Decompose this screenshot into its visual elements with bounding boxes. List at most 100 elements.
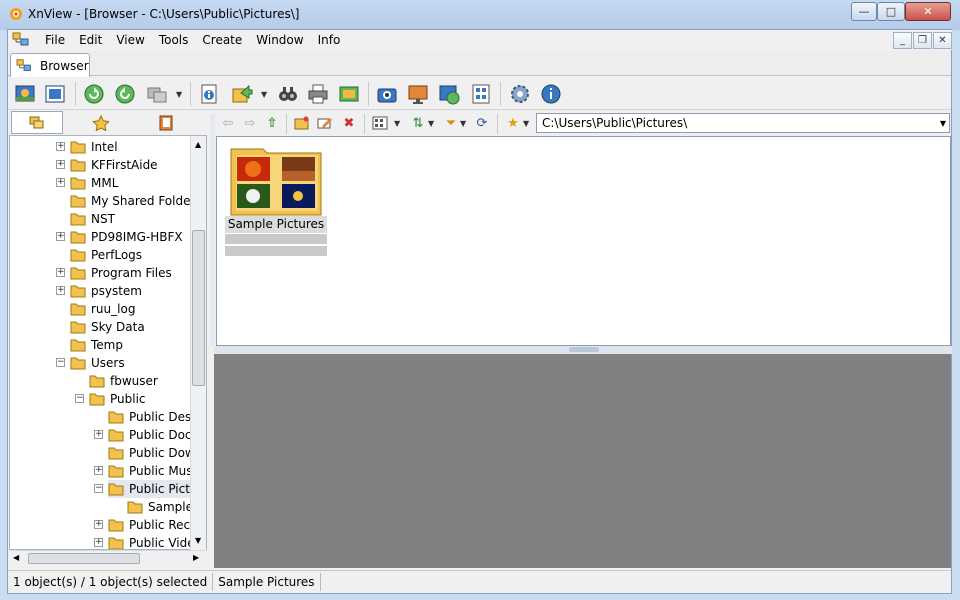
tree-hscroll-thumb[interactable] <box>28 553 140 564</box>
fit-icon[interactable] <box>42 81 68 107</box>
tab-folders[interactable] <box>11 111 63 134</box>
tree-expander-icon[interactable]: − <box>94 484 103 493</box>
forward-icon[interactable]: ⇨ <box>240 113 260 133</box>
menu-tools[interactable]: Tools <box>152 33 196 47</box>
rename-icon[interactable] <box>315 113 335 133</box>
tree-expander-icon[interactable]: + <box>56 178 65 187</box>
delete-icon[interactable]: ✖ <box>339 113 359 133</box>
tree-item[interactable]: Public <box>89 390 146 408</box>
view-mode-icon[interactable] <box>370 113 390 133</box>
web-icon[interactable] <box>436 81 462 107</box>
tree-item[interactable]: My Shared Folder <box>70 192 195 210</box>
slideshow-icon[interactable] <box>336 81 362 107</box>
minimize-button[interactable]: — <box>851 2 877 21</box>
print-icon[interactable] <box>305 81 331 107</box>
tree-item[interactable]: Temp <box>70 336 123 354</box>
menu-file[interactable]: File <box>38 33 72 47</box>
capture-icon[interactable] <box>374 81 400 107</box>
tree-horizontal-scrollbar[interactable]: ◀ ▶ <box>10 550 206 566</box>
tree-expander-icon[interactable]: + <box>94 430 103 439</box>
splitter-grip[interactable] <box>569 347 599 352</box>
scroll-left-icon[interactable]: ◀ <box>13 553 19 562</box>
favorite-dropdown-icon[interactable]: ▼ <box>523 119 529 128</box>
sort-icon[interactable]: ⇅ <box>408 113 428 133</box>
tree-expander-icon[interactable]: − <box>56 358 65 367</box>
tree-item[interactable]: Public Mus <box>108 462 193 480</box>
filter-icon[interactable]: ⏷ <box>441 113 461 133</box>
tree-item[interactable]: PD98IMG-HBFX <box>70 228 183 246</box>
tree-item[interactable]: Public Desk <box>108 408 198 426</box>
tree-item[interactable]: Public Dow <box>108 444 195 462</box>
scroll-down-icon[interactable]: ▼ <box>195 536 201 545</box>
export-dropdown-icon[interactable]: ▼ <box>261 90 267 99</box>
folder-thumbnail[interactable] <box>230 143 324 216</box>
scroll-up-icon[interactable]: ▲ <box>195 140 201 149</box>
sync-icon[interactable]: ⟳ <box>472 113 492 133</box>
filter-dropdown-icon[interactable]: ▼ <box>460 119 466 128</box>
info-icon[interactable] <box>538 81 564 107</box>
tab-categories[interactable] <box>140 111 192 134</box>
address-dropdown-icon[interactable]: ▼ <box>940 119 946 128</box>
tree-item[interactable]: Program Files <box>70 264 172 282</box>
tree-vertical-scrollbar[interactable]: ▲ ▼ <box>190 136 206 550</box>
menu-info[interactable]: Info <box>311 33 348 47</box>
tab-browser[interactable]: Browser <box>10 53 90 77</box>
pane-splitter[interactable] <box>210 114 215 346</box>
tree-expander-icon[interactable]: + <box>56 142 65 151</box>
refresh-icon[interactable] <box>81 81 107 107</box>
tree-item[interactable]: PerfLogs <box>70 246 142 264</box>
tree-expander-icon[interactable]: + <box>94 538 103 547</box>
maximize-button[interactable]: □ <box>877 2 905 21</box>
favorite-star-icon[interactable]: ★ <box>503 113 523 133</box>
mdi-minimize-button[interactable]: _ <box>893 32 912 49</box>
close-button[interactable]: ✕ <box>905 2 951 21</box>
mdi-close-button[interactable]: ✕ <box>933 32 952 49</box>
tree-item[interactable]: Sky Data <box>70 318 145 336</box>
tree-item[interactable]: Intel <box>70 138 118 156</box>
tree-expander-icon[interactable]: + <box>56 268 65 277</box>
tab-favorites[interactable] <box>75 111 127 134</box>
multipage-icon[interactable] <box>468 81 494 107</box>
tree-item[interactable]: Public Vide <box>108 534 195 549</box>
menu-create[interactable]: Create <box>195 33 249 47</box>
sort-dropdown-icon[interactable]: ▼ <box>428 119 434 128</box>
convert-icon[interactable] <box>144 81 170 107</box>
scroll-right-icon[interactable]: ▶ <box>193 553 199 562</box>
tree-item[interactable]: NST <box>70 210 115 228</box>
tree-item[interactable]: Public Pictu <box>108 480 198 498</box>
settings-icon[interactable] <box>507 81 533 107</box>
tree-expander-icon[interactable]: − <box>75 394 84 403</box>
tree-expander-icon[interactable]: + <box>56 160 65 169</box>
tree-item[interactable]: Users <box>70 354 125 372</box>
tree-expander-icon[interactable]: + <box>94 466 103 475</box>
menu-edit[interactable]: Edit <box>72 33 109 47</box>
preview-splitter[interactable] <box>214 346 952 354</box>
fullscreen-icon[interactable] <box>12 81 38 107</box>
tree-item[interactable]: fbwuser <box>89 372 158 390</box>
tree-scroll-thumb[interactable] <box>192 230 205 386</box>
tree-expander-icon[interactable]: + <box>56 232 65 241</box>
folder-tree[interactable]: + Intel + KFFirstAide + MML My Shared Folder NS… <box>9 135 207 550</box>
tree-expander-icon[interactable]: + <box>94 520 103 529</box>
menu-window[interactable]: Window <box>249 33 310 47</box>
mdi-restore-button[interactable]: ❐ <box>913 32 932 49</box>
view-mode-dropdown-icon[interactable]: ▼ <box>394 119 400 128</box>
new-folder-icon[interactable] <box>292 113 312 133</box>
desktop-icon[interactable] <box>405 81 431 107</box>
tree-expander-icon[interactable]: + <box>56 286 65 295</box>
tree-item[interactable]: MML <box>70 174 118 192</box>
properties-icon[interactable] <box>196 81 222 107</box>
address-input[interactable]: C:\Users\Public\Pictures\ ▼ <box>536 113 950 133</box>
tree-item[interactable]: Public Doc <box>108 426 192 444</box>
tree-item[interactable]: psystem <box>70 282 142 300</box>
convert-dropdown-icon[interactable]: ▼ <box>176 90 182 99</box>
tree-item[interactable]: KFFirstAide <box>70 156 158 174</box>
tree-item[interactable]: Public Reco <box>108 516 197 534</box>
up-folder-icon[interactable]: ⇧ <box>262 113 282 133</box>
search-icon[interactable] <box>275 81 301 107</box>
back-icon[interactable]: ⇦ <box>218 113 238 133</box>
menu-view[interactable]: View <box>109 33 151 47</box>
tree-item[interactable]: Sample <box>127 498 193 516</box>
reload-icon[interactable] <box>112 81 138 107</box>
export-icon[interactable] <box>229 81 255 107</box>
